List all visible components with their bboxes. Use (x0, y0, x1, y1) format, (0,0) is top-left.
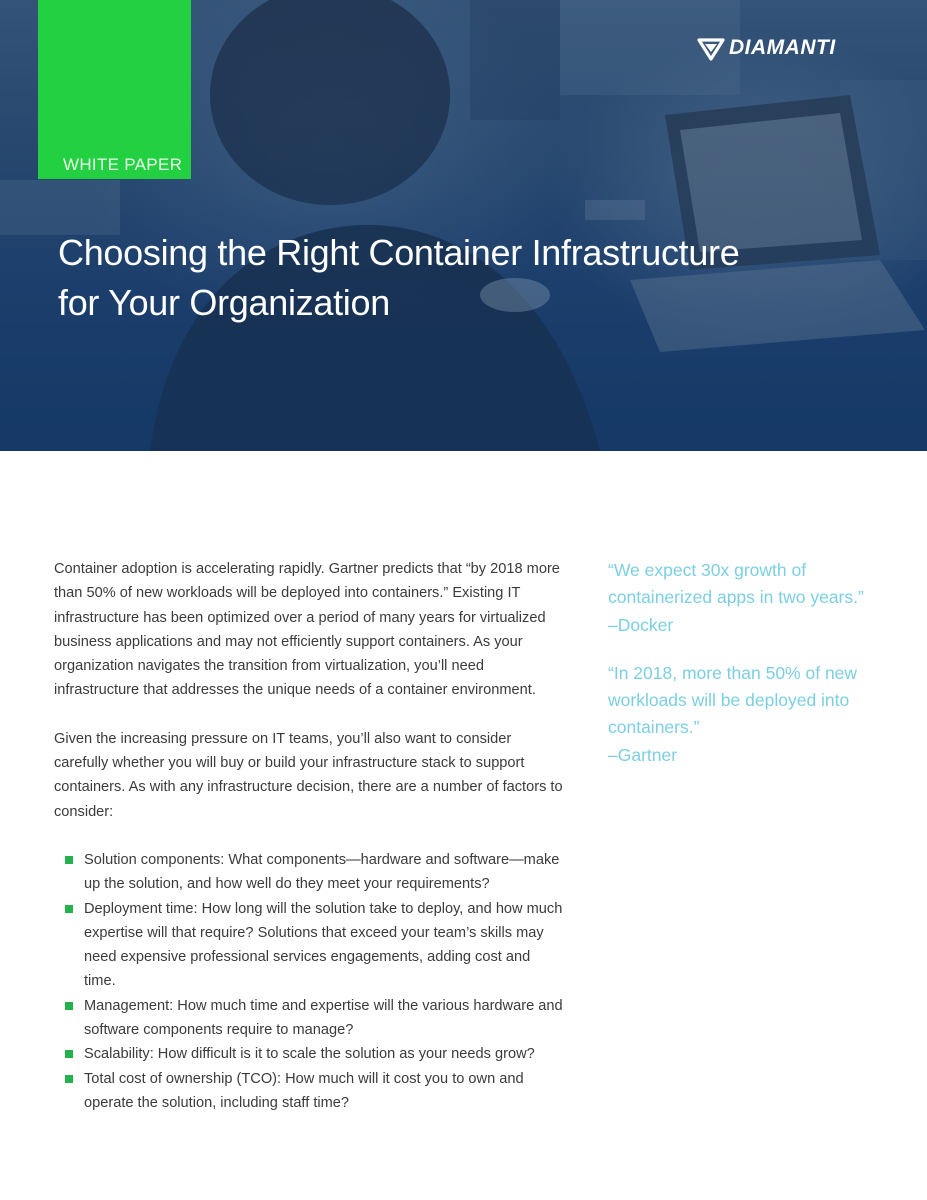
quote-text: “In 2018, more than 50% of new workloads… (608, 662, 858, 738)
list-item-text: Management: How much time and expertise … (84, 997, 563, 1039)
factor-list: Solution components: What components—har… (54, 848, 564, 1115)
quote-source: –Docker (608, 614, 674, 635)
list-item: Solution components: What components—har… (54, 848, 564, 897)
intro-paragraph: Container adoption is accelerating rapid… (54, 561, 560, 699)
title-line-1: Choosing the Right Container Infrastruct… (58, 232, 740, 273)
badge-label: WHITE PAPER (63, 155, 183, 174)
list-item: Total cost of ownership (TCO): How much … (54, 1067, 564, 1116)
list-item-text: Total cost of ownership (TCO): How much … (84, 1070, 524, 1111)
list-item: Management: How much time and expertise … (54, 994, 564, 1043)
square-bullet-icon (65, 855, 73, 864)
list-item-text: Solution components: What components—har… (84, 851, 560, 893)
pull-quote-docker: “We expect 30x growth of containerized a… (608, 557, 888, 639)
quote-source: –Gartner (608, 744, 678, 765)
list-item: Scalability: How difficult is it to scal… (54, 1042, 564, 1066)
main-body: Container adoption is accelerating rapid… (54, 557, 564, 1115)
logo-wordmark: DIAMANTI (729, 36, 836, 59)
considerations-paragraph: Given the increasing pressure on IT team… (54, 730, 563, 820)
title-line-2: for Your Organization (58, 282, 390, 323)
pull-quotes: “We expect 30x growth of containerized a… (608, 557, 888, 790)
list-item: Deployment time: How long will the solut… (54, 897, 564, 994)
pull-quote-gartner: “In 2018, more than 50% of new workloads… (608, 660, 888, 769)
list-item-text: Scalability: How difficult is it to scal… (84, 1046, 535, 1063)
quote-text: “We expect 30x growth of containerized a… (608, 560, 864, 608)
square-bullet-icon (65, 1001, 73, 1010)
company-logo: DIAMANTI (697, 34, 836, 62)
square-bullet-icon (65, 1074, 73, 1083)
hero-banner: WHITE PAPER DIAMANTI Choosing the Right … (0, 0, 927, 451)
diamond-logo-icon (697, 38, 725, 61)
white-paper-badge: WHITE PAPER (38, 0, 191, 179)
page-title: Choosing the Right Container Infrastruct… (58, 228, 818, 328)
square-bullet-icon (65, 1050, 73, 1059)
list-item-text: Deployment time: How long will the solut… (84, 900, 563, 990)
square-bullet-icon (65, 904, 73, 913)
